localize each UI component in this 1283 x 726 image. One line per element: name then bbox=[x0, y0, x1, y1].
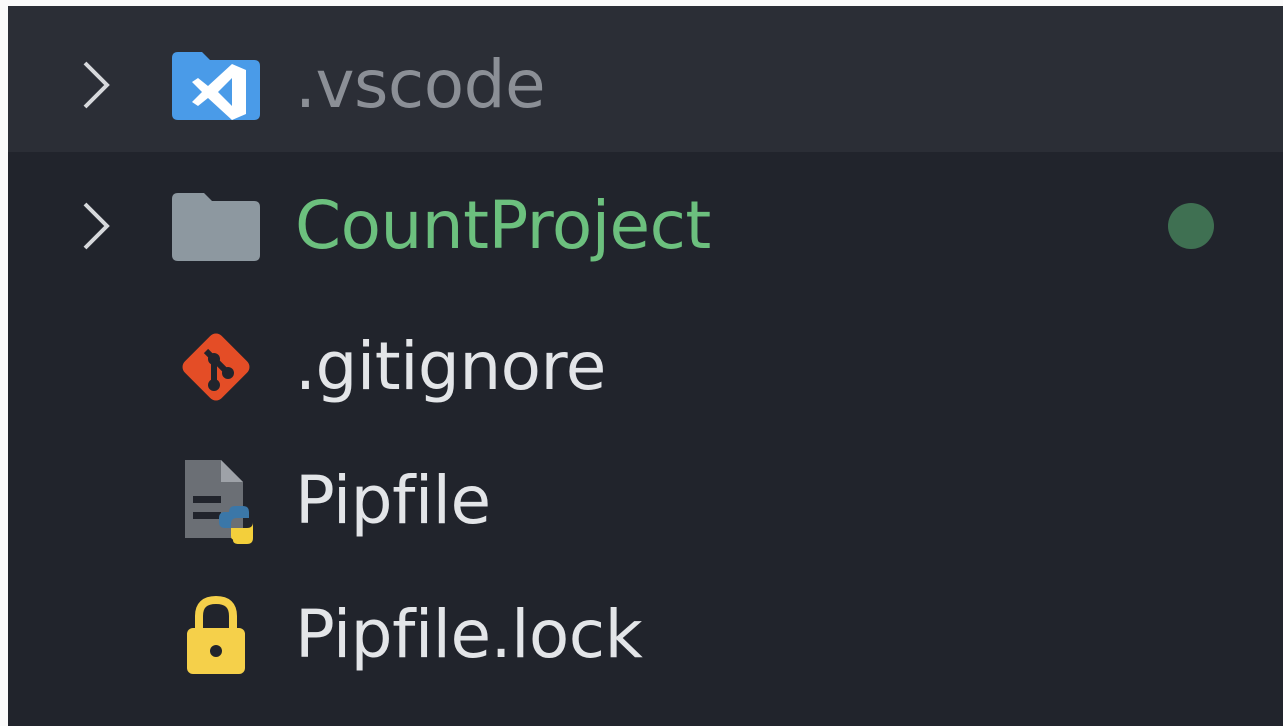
tree-item-gitignore[interactable]: .gitignore bbox=[8, 300, 1283, 434]
folder-icon bbox=[166, 186, 266, 266]
tree-item-vscode[interactable]: .vscode bbox=[8, 18, 1283, 152]
tree-item-label: .vscode bbox=[295, 46, 546, 123]
header-divider bbox=[8, 6, 1283, 18]
python-file-icon bbox=[166, 460, 266, 544]
tree-item-label: Pipfile bbox=[295, 462, 491, 539]
tree-item-pipfile[interactable]: Pipfile bbox=[8, 434, 1283, 568]
git-status-dot bbox=[1168, 203, 1214, 249]
lock-icon bbox=[166, 595, 266, 675]
tree-item-label: Pipfile.lock bbox=[295, 596, 643, 673]
chevron-right-icon[interactable] bbox=[76, 55, 116, 115]
tree-item-label: CountProject bbox=[295, 187, 711, 264]
tree-item-countproject[interactable]: CountProject bbox=[8, 152, 1283, 300]
tree-item-label: .gitignore bbox=[295, 328, 606, 405]
window-edge bbox=[0, 0, 8, 726]
file-explorer-tree: .vscode CountProject .gitignore Pipfile … bbox=[8, 18, 1283, 702]
vscode-folder-icon bbox=[166, 45, 266, 125]
git-icon bbox=[166, 327, 266, 407]
tree-item-pipfile-lock[interactable]: Pipfile.lock bbox=[8, 568, 1283, 702]
chevron-right-icon[interactable] bbox=[76, 196, 116, 256]
